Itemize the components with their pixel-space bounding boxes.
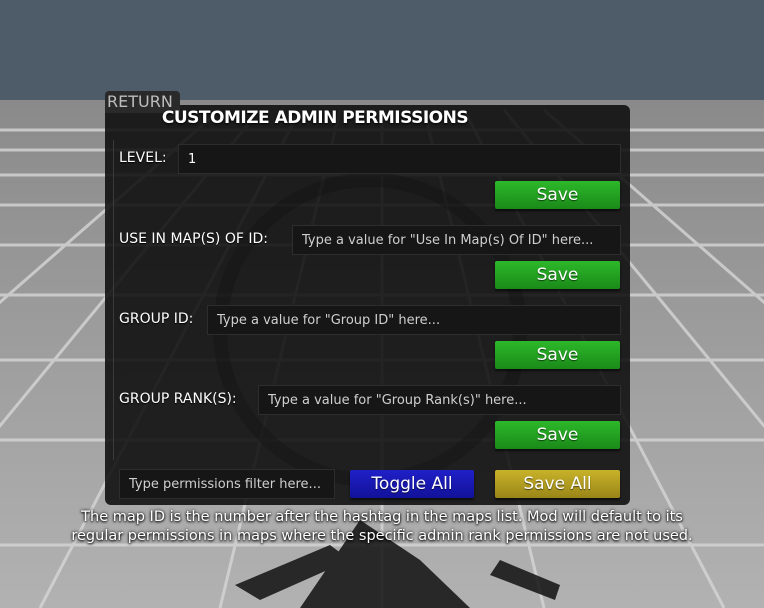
group-rank-save-button[interactable]: Save: [495, 421, 620, 449]
map-id-save-button[interactable]: Save: [495, 261, 620, 289]
permissions-filter-input[interactable]: [119, 469, 335, 499]
help-line-2: regular permissions in maps where the sp…: [71, 528, 693, 544]
save-all-button[interactable]: Save All: [495, 470, 620, 498]
group-id-input[interactable]: [207, 305, 621, 335]
level-save-button[interactable]: Save: [495, 181, 620, 209]
help-line-1: The map ID is the number after the hasht…: [81, 509, 683, 525]
level-label: LEVEL:: [119, 150, 167, 166]
toggle-all-button[interactable]: Toggle All: [350, 470, 474, 498]
group-rank-input[interactable]: [258, 385, 621, 415]
map-id-input[interactable]: [292, 225, 621, 255]
level-input[interactable]: [178, 144, 621, 174]
group-rank-label: GROUP RANK(S):: [119, 391, 237, 407]
group-id-save-button[interactable]: Save: [495, 341, 620, 369]
map-id-label: USE IN MAP(S) OF ID:: [119, 231, 268, 247]
group-id-label: GROUP ID:: [119, 311, 194, 327]
panel-title: CUSTOMIZE ADMIN PERMISSIONS: [161, 108, 469, 128]
map-id-help-text: The map ID is the number after the hasht…: [30, 508, 734, 546]
